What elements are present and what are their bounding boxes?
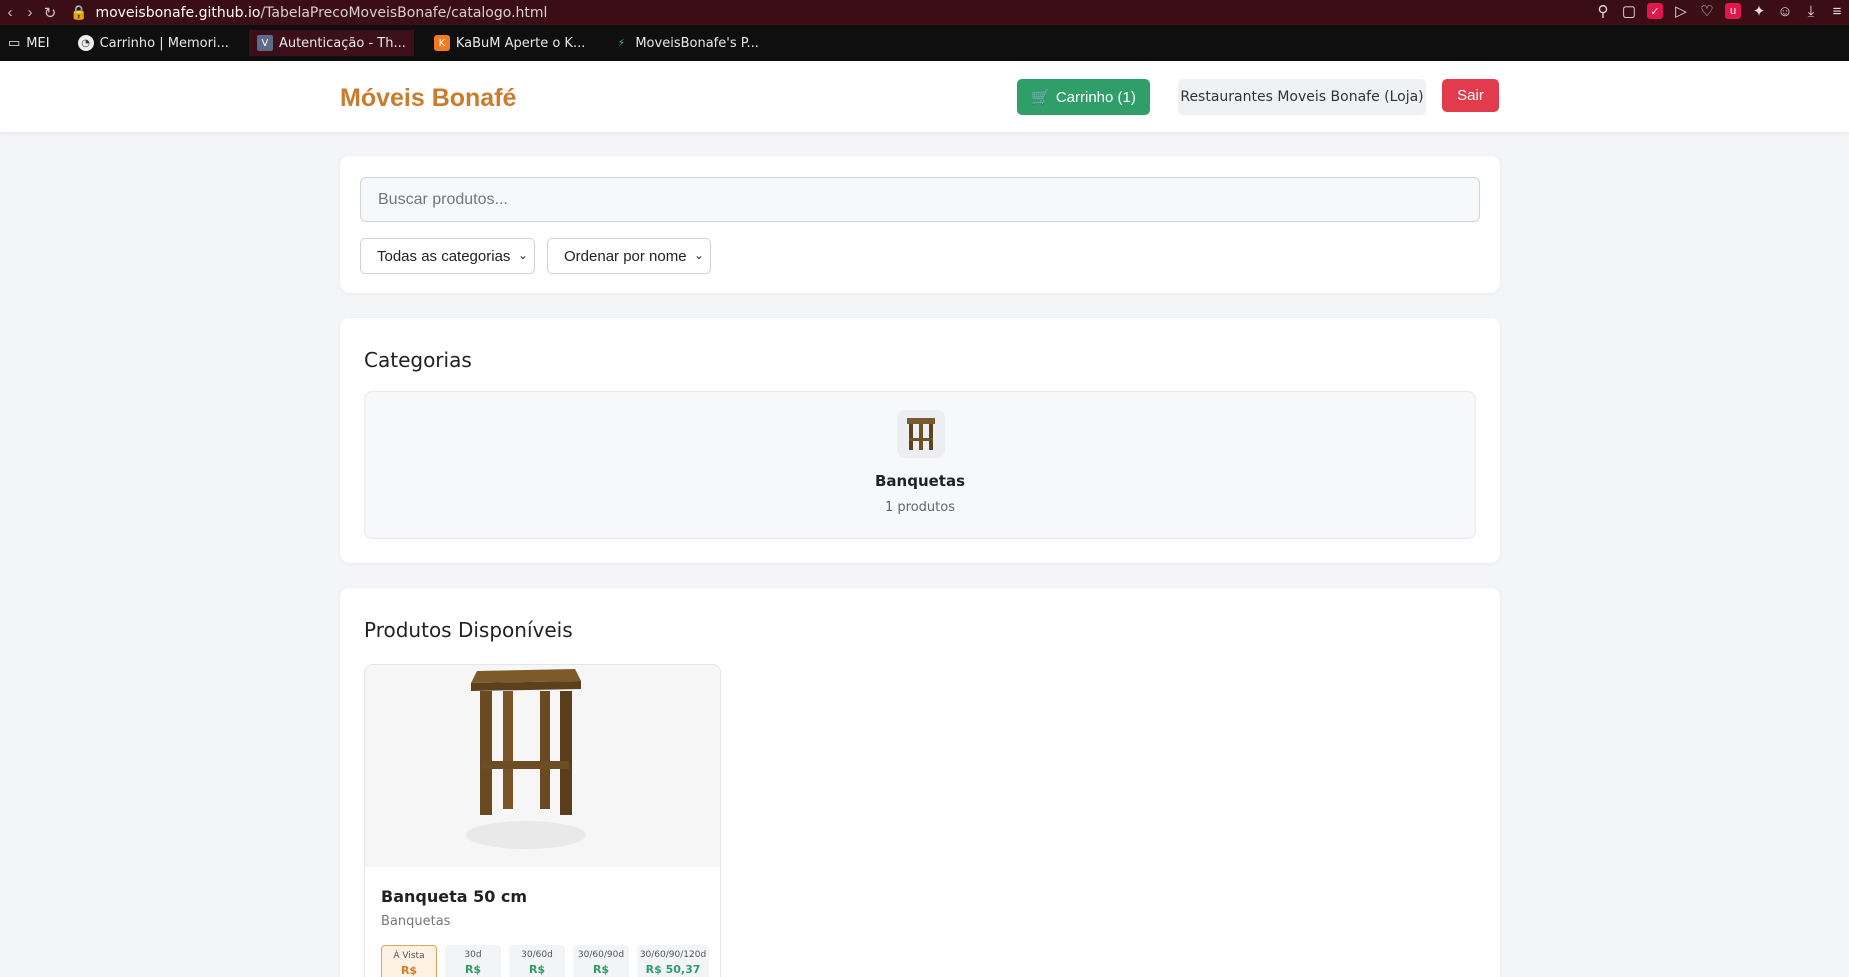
- screenshot-icon[interactable]: ▢: [1621, 3, 1637, 20]
- profile-icon[interactable]: ☺: [1777, 3, 1793, 20]
- brand-logo[interactable]: Móveis Bonafé: [340, 84, 516, 113]
- pin-icon[interactable]: ⚲: [1595, 3, 1611, 20]
- back-icon[interactable]: ‹: [0, 4, 20, 21]
- bolt-icon: ⚡: [617, 37, 625, 49]
- category-count: 1 produtos: [885, 500, 955, 515]
- chevron-down-icon: ⌄: [517, 248, 528, 262]
- site-icon: ◔: [77, 35, 94, 51]
- logout-button[interactable]: Sair: [1442, 79, 1499, 112]
- chevron-down-icon: ⌄: [693, 248, 704, 262]
- forward-icon[interactable]: ›: [20, 4, 40, 21]
- products-card: Produtos Disponíveis Banqueta 50 cm Banq…: [340, 588, 1500, 977]
- price-term: 30/60d: [521, 950, 553, 960]
- price-option-30-60-90-120d[interactable]: 30/60/90/120d R$ 50,37: [637, 945, 709, 977]
- price-option-30d[interactable]: 30d R$: [445, 945, 501, 977]
- price-term: À Vista: [393, 951, 425, 961]
- reload-icon[interactable]: ↻: [40, 4, 60, 22]
- menu-icon[interactable]: ≡: [1829, 3, 1845, 20]
- url-host: moveisbonafe.github.io: [95, 4, 261, 21]
- category-name: Banquetas: [874, 472, 966, 490]
- ublock-icon[interactable]: u: [1725, 3, 1741, 19]
- product-name: Banqueta 50 cm: [381, 887, 528, 906]
- sort-select-value: Ordenar por nome: [564, 247, 687, 265]
- vuetify-icon: V: [256, 35, 273, 51]
- price-term: 30d: [464, 950, 482, 960]
- download-icon[interactable]: ⤓: [1803, 3, 1819, 20]
- price-term: 30/60/90/120d: [639, 950, 707, 960]
- category-select-value: Todas as categorias: [377, 247, 511, 265]
- price-option-30-60-90d[interactable]: 30/60/90d R$: [573, 945, 629, 977]
- bookmark-moveisbonafe[interactable]: ⚡ MoveisBonafe's P...: [605, 30, 767, 56]
- price-value: R$: [400, 964, 418, 977]
- bookmark-label: MoveisBonafe's P...: [635, 35, 759, 51]
- price-value: R$: [528, 963, 546, 976]
- heart-icon[interactable]: ♡: [1699, 3, 1715, 20]
- address-bar[interactable]: 🔒 moveisbonafe.github.io/TabelaPrecoMove…: [70, 5, 547, 21]
- search-input[interactable]: [360, 177, 1480, 222]
- bookmark-mei[interactable]: ▭ MEI: [0, 30, 58, 56]
- pocket-icon[interactable]: ✓: [1647, 3, 1663, 19]
- folder-icon: ▭: [8, 35, 21, 51]
- price-option-30-60d[interactable]: 30/60d R$: [509, 945, 565, 977]
- product-category: Banquetas: [381, 914, 451, 929]
- category-image: [897, 410, 945, 458]
- bookmarks-bar: ▭ MEI ◔ Carrinho | Memori... V Autentica…: [0, 25, 1849, 61]
- categories-title: Categorias: [364, 348, 472, 372]
- categories-card: Categorias Banquetas 1 produtos: [340, 318, 1500, 563]
- bookmark-label: Autenticação - Th...: [278, 35, 406, 51]
- cart-button[interactable]: 🛒 Carrinho (1): [1017, 79, 1150, 115]
- bookmark-kabum[interactable]: K KaBuM Aperte o K...: [426, 30, 594, 56]
- url-path: /TabelaPrecoMoveisBonafe/catalogo.html: [260, 4, 548, 21]
- filters-card: Todas as categorias ⌄ Ordenar por nome ⌄: [340, 156, 1500, 293]
- products-title: Produtos Disponíveis: [364, 618, 573, 642]
- price-value: R$: [592, 963, 610, 976]
- sort-select[interactable]: Ordenar por nome ⌄: [547, 238, 711, 274]
- price-options: À Vista R$ 30d R$ 30/60d R$ 30/60/90d R$…: [381, 945, 709, 977]
- lock-icon: 🔒: [70, 4, 88, 21]
- bookmark-autenticacao[interactable]: V Autenticação - Th...: [248, 30, 414, 56]
- kabum-icon: K: [433, 35, 450, 51]
- bookmark-label: KaBuM Aperte o K...: [455, 35, 586, 51]
- product-image: [365, 665, 720, 867]
- browser-toolbar: ‹ › ↻ 🔒 moveisbonafe.github.io/TabelaPre…: [0, 0, 1849, 25]
- store-button[interactable]: Restaurantes Moveis Bonafe (Loja): [1178, 79, 1426, 115]
- extensions-icon[interactable]: ✦: [1751, 3, 1767, 20]
- bookmark-label: MEI: [26, 35, 50, 51]
- app-header: Móveis Bonafé 🛒 Carrinho (1) Restaurante…: [0, 61, 1849, 132]
- cart-icon: 🛒: [1031, 89, 1050, 106]
- bookmark-label: Carrinho | Memori...: [99, 35, 229, 51]
- product-card[interactable]: Banqueta 50 cm Banquetas À Vista R$ 30d …: [364, 664, 721, 977]
- price-value: R$ 50,37: [645, 963, 701, 976]
- price-option-avista[interactable]: À Vista R$: [381, 945, 437, 977]
- play-icon[interactable]: ▷: [1673, 3, 1689, 20]
- bookmark-carrinho[interactable]: ◔ Carrinho | Memori...: [70, 30, 237, 56]
- category-tile[interactable]: Banquetas 1 produtos: [364, 391, 1476, 539]
- cart-label: Carrinho (1): [1055, 88, 1136, 106]
- category-select[interactable]: Todas as categorias ⌄: [360, 238, 535, 274]
- price-term: 30/60/90d: [577, 950, 625, 960]
- price-value: R$: [464, 963, 482, 976]
